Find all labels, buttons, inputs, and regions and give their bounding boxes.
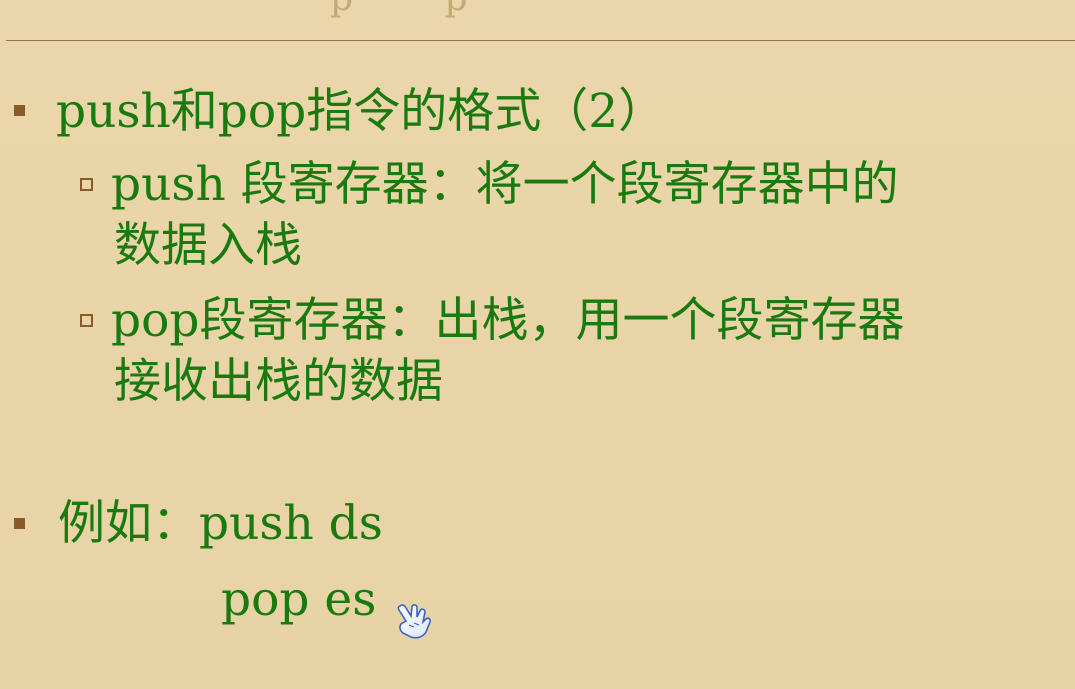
sub-bullet-text-continuation: 接收出栈的数据 bbox=[114, 354, 443, 409]
sub-bullet-text: push 段寄存器：将一个段寄存器中的 bbox=[111, 157, 899, 212]
bullet-square-icon bbox=[14, 105, 25, 116]
slide-title-fragment: p p bbox=[330, 0, 508, 19]
sub-bullet-square-icon bbox=[80, 314, 93, 327]
sub-bullet-text-continuation: 数据入栈 bbox=[114, 218, 302, 273]
example-text: 例如：push ds bbox=[58, 496, 383, 551]
hand-pointer-icon bbox=[397, 603, 431, 639]
example-text-continuation: pop es bbox=[221, 572, 377, 627]
bullet-square-icon bbox=[14, 518, 25, 529]
bullet-text: push和pop指令的格式（2） bbox=[56, 84, 666, 139]
slide: p p push和pop指令的格式（2） push 段寄存器：将一个段寄存器中的… bbox=[0, 0, 1075, 689]
title-divider bbox=[6, 40, 1075, 41]
sub-bullet-text: pop段寄存器：出栈，用一个段寄存器 bbox=[111, 293, 905, 348]
sub-bullet-square-icon bbox=[80, 178, 93, 191]
